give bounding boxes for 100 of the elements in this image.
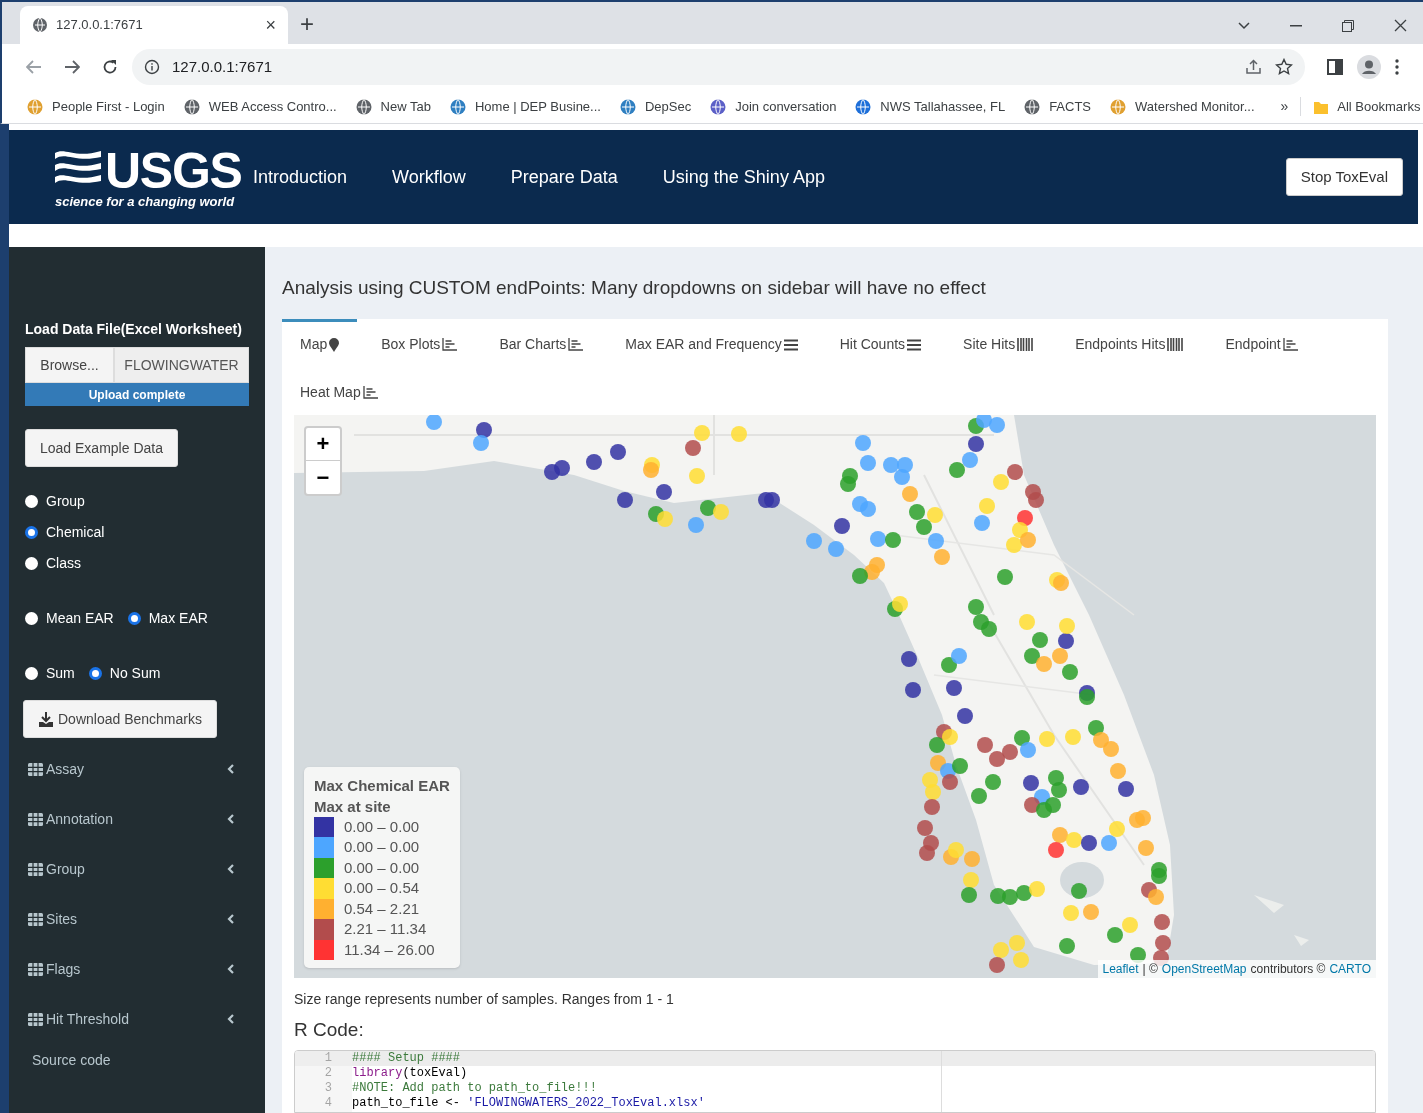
site-marker[interactable] — [1048, 842, 1064, 858]
bookmark[interactable]: Join conversation — [709, 96, 837, 117]
site-marker[interactable] — [1028, 492, 1044, 508]
back-icon[interactable] — [26, 60, 42, 74]
bookmark[interactable]: New Tab — [354, 96, 431, 117]
site-marker[interactable] — [1017, 510, 1033, 526]
radio-option[interactable]: Max EAR — [127, 608, 208, 629]
site-marker[interactable] — [860, 501, 876, 517]
tab[interactable]: Heat Map — [282, 367, 396, 415]
site-marker[interactable] — [689, 468, 705, 484]
reload-icon[interactable] — [102, 59, 118, 75]
site-marker[interactable] — [948, 842, 964, 858]
site-marker[interactable] — [656, 484, 672, 500]
side-panel-icon[interactable] — [1327, 59, 1343, 75]
site-marker[interactable] — [1135, 810, 1151, 826]
site-marker[interactable] — [476, 422, 492, 438]
site-marker[interactable] — [942, 774, 958, 790]
tab[interactable]: Bar Charts — [481, 319, 602, 367]
radio-button[interactable] — [25, 526, 38, 539]
site-marker[interactable] — [852, 568, 868, 584]
address-bar[interactable]: 127.0.0.1:7671 — [132, 49, 1305, 85]
site-marker[interactable] — [1083, 904, 1099, 920]
zoom-in-button[interactable]: + — [306, 428, 340, 461]
site-marker[interactable] — [1020, 532, 1036, 548]
radio-button[interactable] — [25, 667, 38, 680]
radio-button[interactable] — [25, 612, 38, 625]
radio-button[interactable] — [127, 612, 141, 625]
site-marker[interactable] — [964, 851, 980, 867]
site-marker[interactable] — [764, 492, 780, 508]
site-marker[interactable] — [1148, 889, 1164, 905]
browse-button[interactable]: Browse... — [25, 347, 114, 383]
site-marker[interactable] — [1002, 744, 1018, 760]
info-icon[interactable] — [144, 59, 160, 75]
site-marker[interactable] — [1110, 763, 1126, 779]
site-marker[interactable] — [840, 476, 856, 492]
download-button[interactable]: Download Benchmarks — [23, 700, 217, 738]
star-icon[interactable] — [1275, 58, 1293, 76]
site-marker[interactable] — [544, 464, 560, 480]
site-marker[interactable] — [1052, 648, 1068, 664]
more-icon[interactable] — [1395, 59, 1399, 75]
leaflet-link[interactable]: Leaflet — [1102, 960, 1139, 978]
site-marker[interactable] — [905, 682, 921, 698]
minimize-icon[interactable] — [1290, 24, 1302, 27]
site-marker[interactable] — [1138, 840, 1154, 856]
site-marker[interactable] — [894, 469, 910, 485]
site-marker[interactable] — [1006, 537, 1022, 553]
restore-icon[interactable] — [1342, 19, 1354, 32]
site-marker[interactable] — [1059, 938, 1075, 954]
site-marker[interactable] — [1071, 883, 1087, 899]
site-marker[interactable] — [917, 820, 933, 836]
more-bookmarks-button[interactable]: » — [1280, 96, 1289, 117]
tab[interactable]: Endpoints Hits — [1057, 319, 1202, 367]
bookmark[interactable]: WEB Access Contro... — [182, 96, 337, 117]
new-tab-button[interactable]: + — [300, 12, 314, 36]
tab[interactable]: Site Hits — [945, 319, 1052, 367]
site-marker[interactable] — [963, 872, 979, 888]
radio-option[interactable]: Class — [25, 553, 249, 574]
site-marker[interactable] — [1002, 889, 1018, 905]
site-marker[interactable] — [930, 755, 946, 771]
stop-button[interactable]: Stop ToxEval — [1285, 158, 1403, 196]
site-marker[interactable] — [1065, 729, 1081, 745]
site-marker[interactable] — [974, 515, 990, 531]
zoom-out-button[interactable]: − — [306, 461, 340, 494]
site-marker[interactable] — [610, 444, 626, 460]
site-marker[interactable] — [1016, 885, 1032, 901]
site-marker[interactable] — [1155, 935, 1171, 951]
site-marker[interactable] — [1088, 720, 1104, 736]
site-marker[interactable] — [919, 845, 935, 861]
site-marker[interactable] — [1039, 731, 1055, 747]
nav-link[interactable]: Using the Shiny App — [662, 163, 825, 191]
site-marker[interactable] — [993, 474, 1009, 490]
site-marker[interactable] — [688, 517, 704, 533]
sidebar-menu-item[interactable]: Assay — [15, 744, 259, 794]
site-marker[interactable] — [1023, 775, 1039, 791]
browser-tab[interactable]: 127.0.0.1:7671 × — [20, 6, 288, 44]
nav-link[interactable]: Workflow — [392, 163, 466, 191]
site-marker[interactable] — [1007, 464, 1023, 480]
site-marker[interactable] — [1073, 779, 1089, 795]
close-icon[interactable]: × — [265, 16, 276, 34]
site-marker[interactable] — [971, 788, 987, 804]
site-marker[interactable] — [1024, 648, 1040, 664]
site-marker[interactable] — [1036, 656, 1052, 672]
radio-option[interactable]: Chemical — [25, 522, 249, 543]
site-marker[interactable] — [941, 657, 957, 673]
site-marker[interactable] — [961, 887, 977, 903]
site-marker[interactable] — [916, 519, 932, 535]
site-marker[interactable] — [929, 737, 945, 753]
profile-icon[interactable] — [1357, 55, 1381, 79]
site-marker[interactable] — [1101, 835, 1117, 851]
site-marker[interactable] — [855, 435, 871, 451]
site-marker[interactable] — [892, 596, 908, 612]
site-marker[interactable] — [993, 942, 1009, 958]
site-marker[interactable] — [957, 708, 973, 724]
sidebar-menu-item[interactable]: Sites — [15, 894, 259, 944]
site-marker[interactable] — [997, 569, 1013, 585]
file-name-field[interactable]: FLOWINGWATER — [114, 347, 249, 383]
chevron-down-icon[interactable] — [1238, 21, 1250, 30]
site-marker[interactable] — [1062, 664, 1078, 680]
site-marker[interactable] — [586, 454, 602, 470]
site-marker[interactable] — [806, 533, 822, 549]
